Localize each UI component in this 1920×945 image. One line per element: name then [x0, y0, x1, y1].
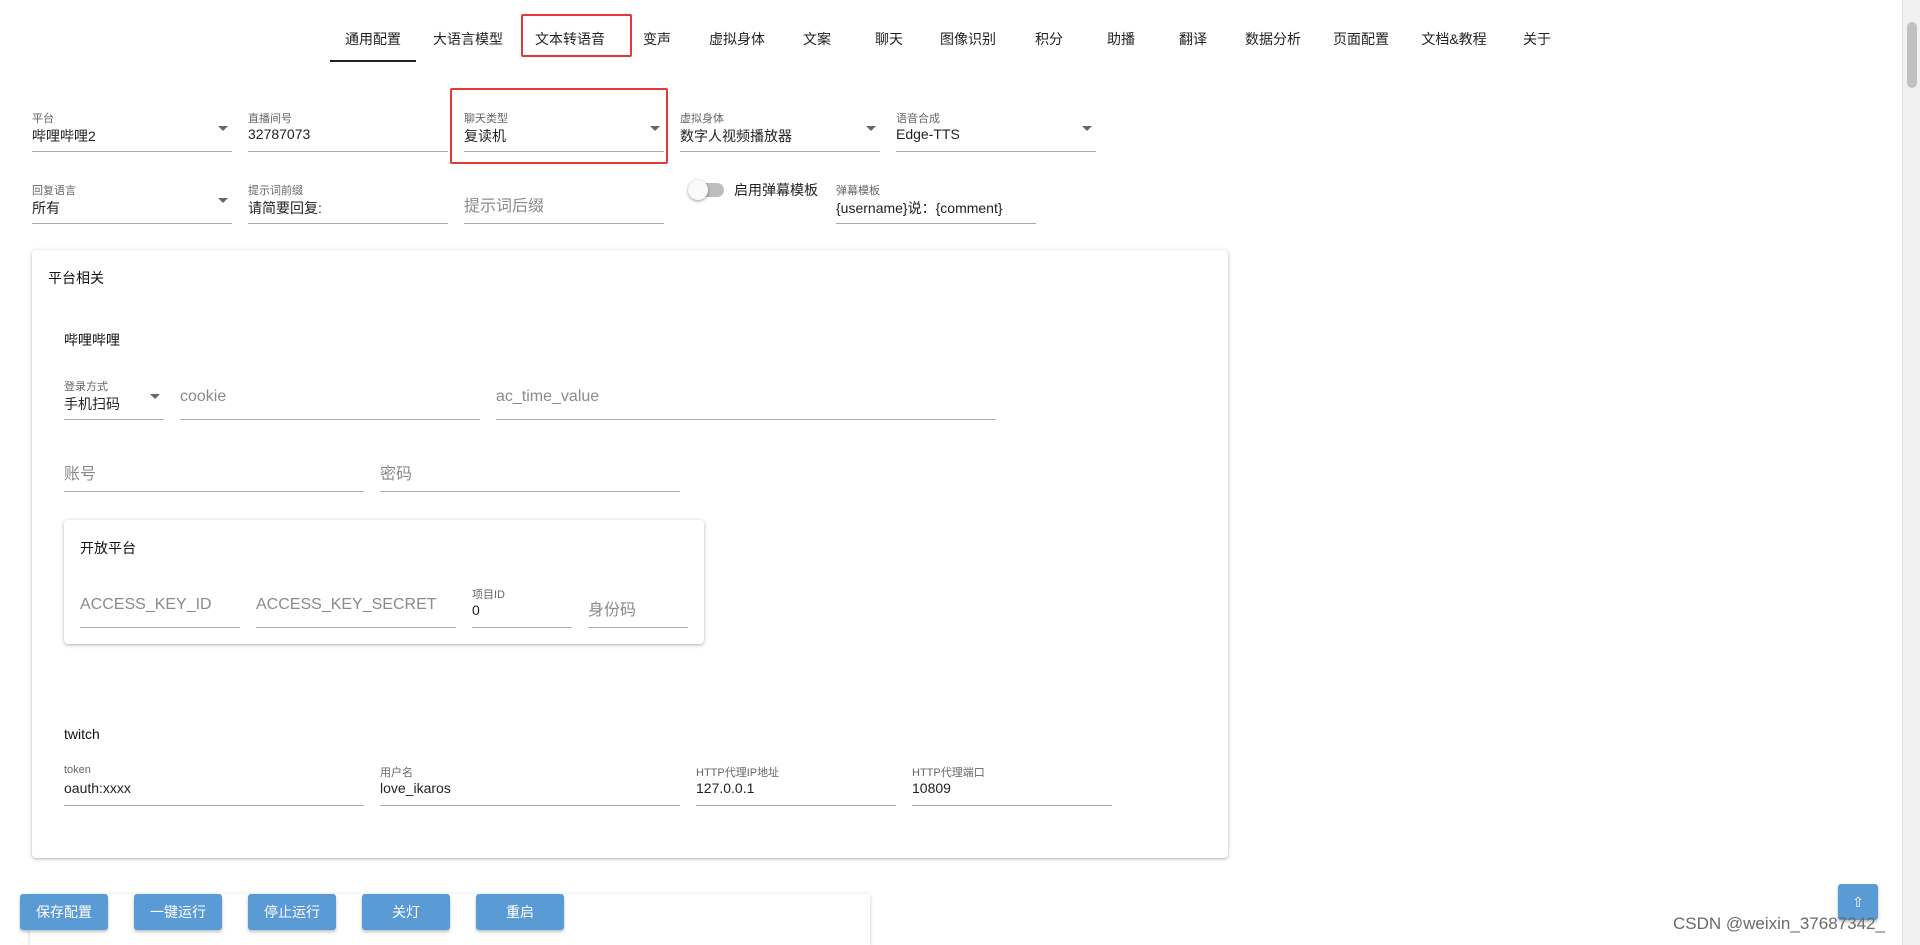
tab-assistant[interactable]: 助播: [1094, 20, 1148, 58]
prompt-prefix-field[interactable]: 提示词前缀 请简要回复:: [248, 168, 448, 224]
tab-copywriting[interactable]: 文案: [790, 20, 844, 58]
open-platform-card: 开放平台 ACCESS_KEY_ID ACCESS_KEY_SECRET 项目I…: [64, 520, 704, 644]
ac-time-value-placeholder: ac_time_value: [496, 388, 600, 405]
reply-language-label: 回复语言: [32, 185, 76, 197]
access-key-secret-placeholder: ACCESS_KEY_SECRET: [256, 596, 437, 613]
open-platform-title: 开放平台: [80, 540, 136, 556]
tab-general-config[interactable]: 通用配置: [330, 20, 416, 62]
tab-data-analysis[interactable]: 数据分析: [1236, 20, 1310, 58]
prompt-suffix-placeholder: 提示词后缀: [464, 198, 545, 215]
chat-type-label: 聊天类型: [464, 113, 508, 125]
http-proxy-ip-value: 127.0.0.1: [696, 780, 755, 796]
tab-about[interactable]: 关于: [1510, 20, 1564, 58]
tab-virtual-body[interactable]: 虚拟身体: [700, 20, 774, 58]
twitch-username-value: love_ikaros: [380, 780, 451, 796]
virtual-body-value: 数字人视频播放器: [680, 128, 792, 144]
tab-llm[interactable]: 大语言模型: [426, 20, 510, 58]
twitch-token-value: oauth:xxxx: [64, 780, 131, 796]
danmaku-template-label: 弹幕模板: [836, 185, 880, 197]
scrollbar-thumb[interactable]: [1907, 22, 1917, 88]
chevron-down-icon: [218, 198, 228, 203]
chat-type-value: 复读机: [464, 128, 506, 144]
twitch-token-label: token: [64, 764, 91, 776]
cookie-placeholder: cookie: [180, 388, 227, 405]
http-proxy-port-field[interactable]: HTTP代理端口 10809: [912, 750, 1112, 806]
project-id-label: 项目ID: [472, 589, 505, 601]
stop-run-button[interactable]: 停止运行: [248, 894, 336, 930]
room-id-value: 32787073: [248, 126, 311, 142]
project-id-value: 0: [472, 602, 480, 618]
reply-language-value: 所有: [32, 200, 60, 216]
switch-track[interactable]: [688, 180, 724, 200]
tts-label: 语音合成: [896, 113, 940, 125]
reply-language-select[interactable]: 回复语言 所有: [32, 168, 232, 224]
chevron-down-icon: [866, 126, 876, 131]
chevron-down-icon: [1082, 126, 1092, 131]
http-proxy-port-label: HTTP代理端口: [912, 767, 985, 779]
virtual-body-label: 虚拟身体: [680, 113, 724, 125]
twitch-section-title: twitch: [64, 726, 100, 742]
restart-button[interactable]: 重启: [476, 894, 564, 930]
access-key-id-placeholder: ACCESS_KEY_ID: [80, 596, 212, 613]
chevron-down-icon: [650, 126, 660, 131]
platform-card-title: 平台相关: [48, 270, 104, 286]
top-nav: 通用配置 大语言模型 文本转语音 变声 虚拟身体 文案 聊天 图像识别 积分 助…: [0, 0, 1900, 64]
platform-select[interactable]: 平台 哔哩哔哩2: [32, 96, 232, 152]
danmaku-switch-label: 启用弹幕模板: [734, 182, 818, 198]
password-field[interactable]: 密码: [380, 436, 680, 492]
watermark-text: CSDN @weixin_37687342_: [1673, 914, 1885, 933]
id-code-field[interactable]: 身份码: [588, 572, 688, 628]
tts-value: Edge-TTS: [896, 126, 960, 142]
http-proxy-ip-label: HTTP代理IP地址: [696, 767, 780, 779]
prompt-suffix-field[interactable]: 提示词后缀: [464, 168, 664, 224]
account-field[interactable]: 账号: [64, 436, 364, 492]
ac-time-value-field[interactable]: ac_time_value: [496, 364, 996, 420]
tab-voice-change[interactable]: 变声: [630, 20, 684, 58]
virtual-body-select[interactable]: 虚拟身体 数字人视频播放器: [680, 96, 880, 152]
tab-translate[interactable]: 翻译: [1166, 20, 1220, 58]
chevron-down-icon: [218, 126, 228, 131]
platform-label: 平台: [32, 113, 54, 125]
tab-points[interactable]: 积分: [1022, 20, 1076, 58]
tab-docs-tutorials[interactable]: 文档&教程: [1412, 20, 1496, 58]
access-key-id-field[interactable]: ACCESS_KEY_ID: [80, 572, 240, 628]
room-id-label: 直播间号: [248, 113, 292, 125]
cookie-field[interactable]: cookie: [180, 364, 480, 420]
project-id-field[interactable]: 项目ID 0: [472, 572, 572, 628]
danmaku-template-field[interactable]: 弹幕模板 {username}说：{comment}: [836, 168, 1036, 224]
room-id-field[interactable]: 直播间号 32787073: [248, 96, 448, 152]
tab-image-recognition[interactable]: 图像识别: [932, 20, 1004, 58]
account-placeholder: 账号: [64, 466, 97, 483]
http-proxy-ip-field[interactable]: HTTP代理IP地址 127.0.0.1: [696, 750, 896, 806]
access-key-secret-field[interactable]: ACCESS_KEY_SECRET: [256, 572, 456, 628]
danmaku-template-value: {username}说：{comment}: [836, 200, 1003, 216]
switch-knob[interactable]: [688, 180, 708, 200]
lights-off-button[interactable]: 关灯: [362, 894, 450, 930]
tts-select[interactable]: 语音合成 Edge-TTS: [896, 96, 1096, 152]
save-config-button[interactable]: 保存配置: [20, 894, 108, 930]
platform-value: 哔哩哔哩2: [32, 128, 96, 144]
id-code-placeholder: 身份码: [588, 602, 637, 619]
danmaku-template-switch[interactable]: 启用弹幕模板: [688, 180, 818, 200]
page-scrollbar[interactable]: [1902, 0, 1920, 945]
tab-tts[interactable]: 文本转语音: [522, 20, 618, 58]
password-placeholder: 密码: [380, 466, 413, 483]
chevron-down-icon: [150, 394, 160, 399]
twitch-username-field[interactable]: 用户名 love_ikaros: [380, 750, 680, 806]
run-all-button[interactable]: 一键运行: [134, 894, 222, 930]
prompt-prefix-label: 提示词前缀: [248, 185, 303, 197]
twitch-token-field[interactable]: token oauth:xxxx: [64, 750, 364, 806]
tab-chat[interactable]: 聊天: [862, 20, 916, 58]
login-method-select[interactable]: 登录方式 手机扫码: [64, 364, 164, 420]
login-method-value: 手机扫码: [64, 396, 120, 412]
tab-page-config[interactable]: 页面配置: [1324, 20, 1398, 58]
twitch-username-label: 用户名: [380, 767, 413, 779]
http-proxy-port-value: 10809: [912, 780, 951, 796]
platform-card: 平台相关 哔哩哔哩 登录方式 手机扫码 cookie ac_time_value…: [32, 250, 1228, 858]
login-method-label: 登录方式: [64, 381, 108, 393]
bilibili-section-title: 哔哩哔哩: [64, 332, 120, 348]
chat-type-select[interactable]: 聊天类型 复读机: [464, 96, 664, 152]
prompt-prefix-value: 请简要回复:: [248, 200, 322, 216]
